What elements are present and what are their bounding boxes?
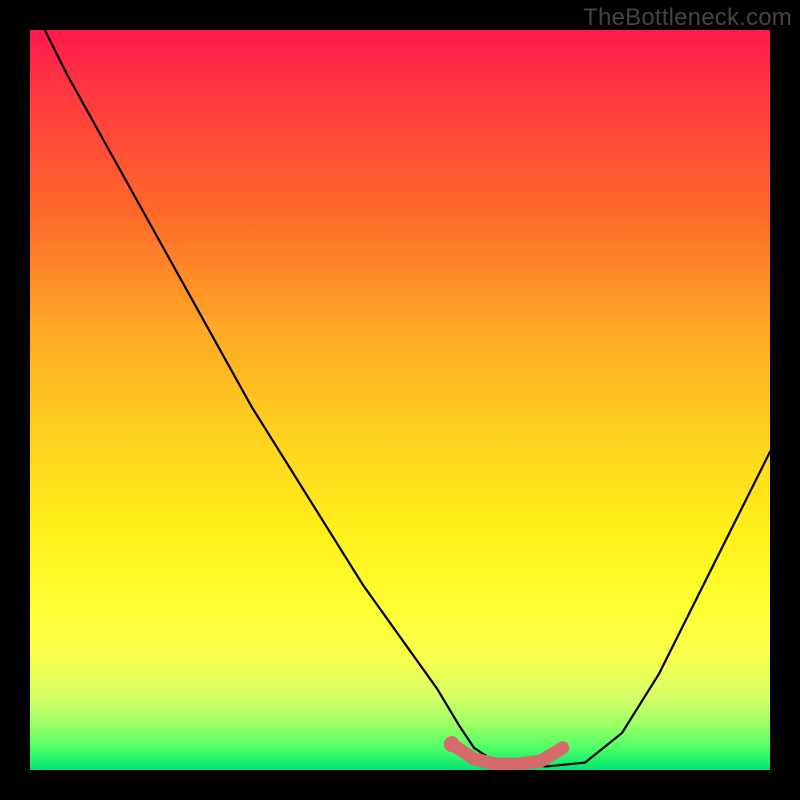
bottleneck-curve xyxy=(45,30,770,766)
optimal-segment xyxy=(452,744,563,764)
attribution-text: TheBottleneck.com xyxy=(583,4,792,32)
optimal-marker xyxy=(444,736,460,752)
chart-frame: TheBottleneck.com xyxy=(0,0,800,800)
chart-plot-area xyxy=(30,30,770,770)
chart-svg xyxy=(30,30,770,770)
